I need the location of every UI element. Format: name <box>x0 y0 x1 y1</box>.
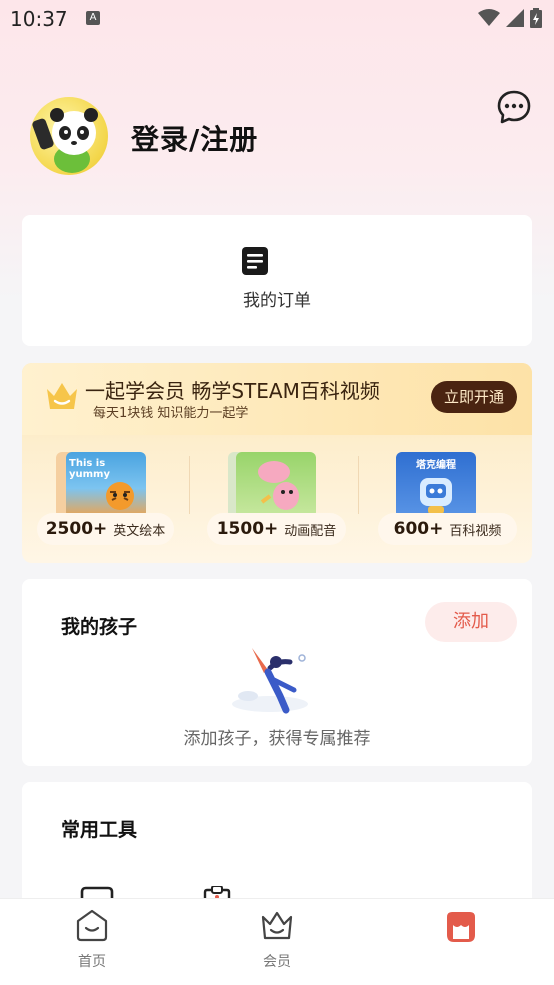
vip-thumb-dubbing <box>228 452 316 518</box>
vip-divider <box>358 456 359 514</box>
vip-item-label: 英文绘本 <box>113 523 166 539</box>
home-icon <box>76 909 108 942</box>
status-icons <box>478 8 542 28</box>
pig-character-icon <box>258 461 299 510</box>
status-time: 10:37 <box>10 7 68 31</box>
orders-label[interactable]: 我的订单 <box>0 286 554 311</box>
tab-vip[interactable]: 会员 <box>222 899 332 985</box>
crown-tab-icon <box>261 911 293 940</box>
open-membership-button[interactable]: 立即开通 <box>431 381 517 413</box>
status-bar: 10:37 A <box>0 0 554 38</box>
wifi-icon <box>478 9 500 26</box>
common-tools-title: 常用工具 <box>61 819 138 841</box>
vip-title: 一起学会员 畅学STEAM百科视频 <box>85 379 380 403</box>
encyclopedia-cover-text: 塔克编程 <box>416 460 456 471</box>
vip-item-count: 1500+ <box>216 519 279 539</box>
vip-subtitle: 每天1块钱 知识能力一起学 <box>93 406 249 421</box>
encyclopedia-cover: 塔克编程 <box>396 452 476 518</box>
flying-kid-illustration <box>232 648 308 714</box>
order-list-icon <box>242 247 268 275</box>
panda-avatar-icon <box>32 108 98 173</box>
status-indicator: A <box>86 11 100 25</box>
vip-thumb-picturebook: This is yummy <box>56 452 146 518</box>
dubbing-cover <box>236 452 316 518</box>
tab-home[interactable]: 首页 <box>37 899 147 985</box>
add-kid-hint: 添加孩子，获得专属推荐 <box>183 729 371 749</box>
vip-divider <box>189 456 190 514</box>
tab-mine[interactable] <box>405 899 515 985</box>
login-register-link[interactable]: 登录/注册 <box>131 118 258 158</box>
vip-item-picturebook[interactable]: 2500+ 英文绘本 <box>37 513 174 545</box>
vip-item-dubbing[interactable]: 1500+ 动画配音 <box>207 513 346 545</box>
chat-bubble-icon <box>497 90 531 124</box>
add-kid-button[interactable]: 添加 <box>425 602 517 642</box>
vip-item-label: 动画配音 <box>284 523 337 539</box>
avatar[interactable] <box>30 97 108 175</box>
tab-home-label: 首页 <box>78 954 106 970</box>
vip-item-count: 2500+ <box>45 519 108 539</box>
vip-item-label: 百科视频 <box>449 523 502 539</box>
picturebook-cover: This is yummy <box>66 452 146 518</box>
vip-item-encyclopedia[interactable]: 600+ 百科视频 <box>378 513 517 545</box>
bottom-tab-bar: 首页 会员 <box>0 898 554 985</box>
vip-item-count: 600+ <box>393 519 444 539</box>
robot-icon <box>420 478 452 514</box>
my-kids-title: 我的孩子 <box>61 616 138 638</box>
mine-active-icon <box>447 912 475 942</box>
orders-card[interactable] <box>22 215 532 346</box>
tab-vip-label: 会员 <box>263 954 291 970</box>
signal-icon <box>506 9 524 27</box>
crown-icon <box>47 383 77 409</box>
tiger-icon <box>106 482 134 510</box>
battery-icon <box>530 8 542 28</box>
vip-thumb-encyclopedia: 塔克编程 <box>396 452 476 518</box>
message-button[interactable] <box>496 89 532 125</box>
